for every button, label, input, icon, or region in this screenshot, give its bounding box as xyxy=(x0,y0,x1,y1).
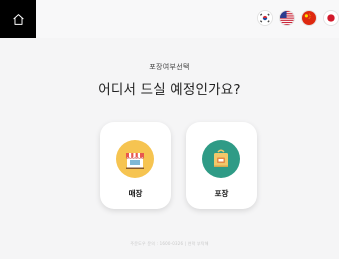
footer-text: 주문도우 문의 : 1600-0326 | 연락 부탁해 xyxy=(130,241,209,246)
language-selector xyxy=(257,10,339,26)
takeout-bag-icon xyxy=(214,149,228,167)
page-title: 어디서 드실 예정인가요? xyxy=(98,82,241,98)
top-bar xyxy=(0,0,339,38)
us-flag-icon xyxy=(280,11,294,25)
dine-in-option-button[interactable]: 매장 xyxy=(100,122,171,209)
page-subtitle: 포장여부선택 xyxy=(149,63,190,71)
takeout-label: 포장 xyxy=(214,189,229,198)
home-icon xyxy=(12,13,24,25)
us-flag-button[interactable] xyxy=(279,10,295,26)
korean-flag-icon xyxy=(258,11,272,25)
store-icon xyxy=(125,153,145,169)
korean-flag-button[interactable] xyxy=(257,10,273,26)
china-flag-icon xyxy=(302,11,316,25)
store-icon-circle xyxy=(116,140,154,178)
japan-flag-button[interactable] xyxy=(323,10,339,26)
china-flag-button[interactable] xyxy=(301,10,317,26)
takeout-option-button[interactable]: 포장 xyxy=(186,122,257,209)
takeout-icon-circle xyxy=(202,140,240,178)
home-button[interactable] xyxy=(0,0,36,38)
dine-in-label: 매장 xyxy=(128,189,143,198)
japan-flag-icon xyxy=(324,11,338,25)
